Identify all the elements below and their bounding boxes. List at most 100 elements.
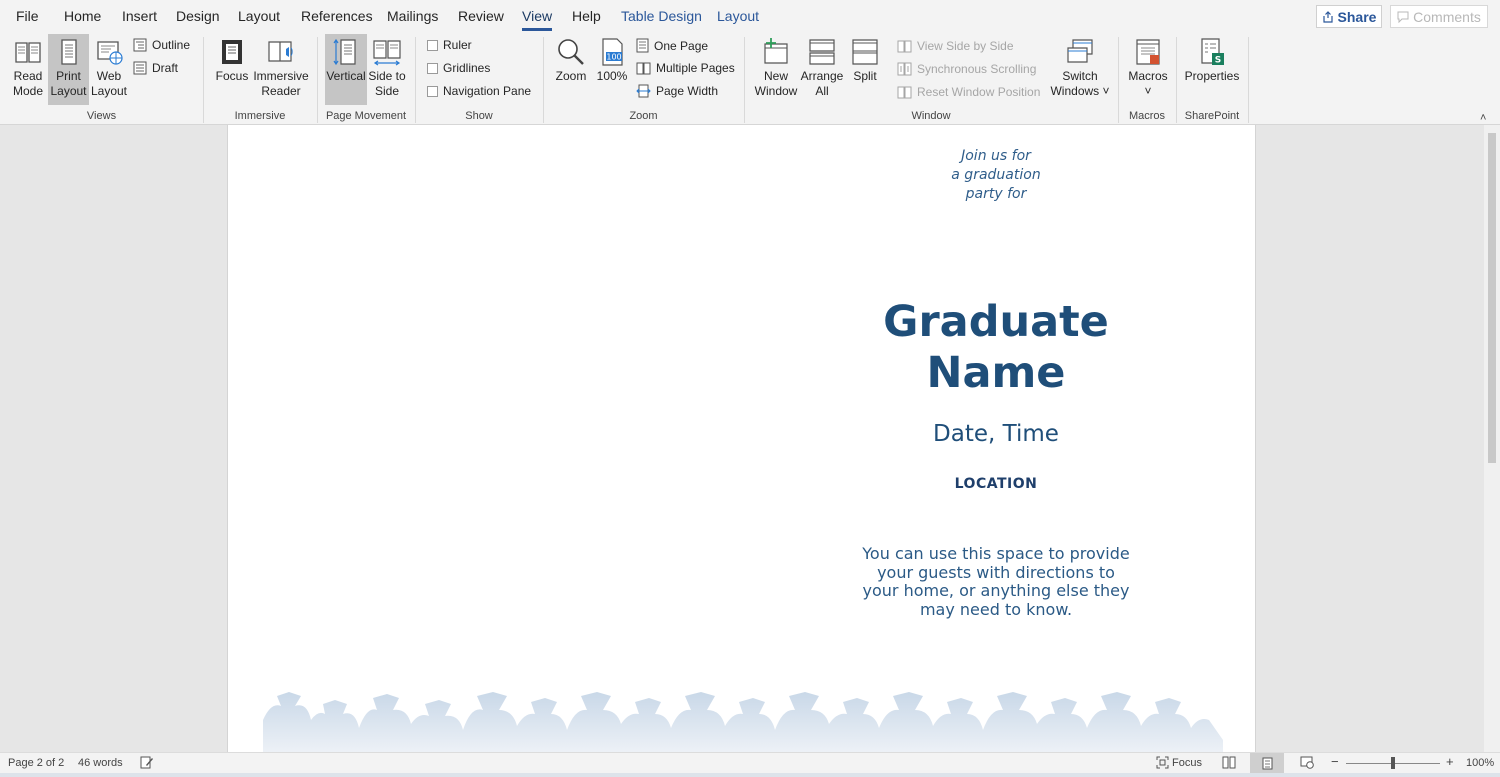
page-width-button[interactable]: Page Width	[636, 84, 718, 98]
document-page[interactable]: Join us for a graduation party for Gradu…	[227, 125, 1256, 752]
zoom-100-button[interactable]: 100 100%	[592, 37, 632, 84]
status-bar: Page 2 of 2 46 words Focus − + 100%	[0, 752, 1500, 773]
vertical-button[interactable]: Vertical	[325, 34, 367, 105]
group-label-macros: Macros	[1128, 110, 1166, 122]
comments-label: Comments	[1413, 8, 1481, 25]
focus-mode-button[interactable]: Focus	[1156, 756, 1202, 769]
location: LOCATION	[954, 476, 1038, 492]
ruler-checkbox-box[interactable]	[427, 39, 438, 51]
outline-button[interactable]: Outline	[133, 38, 190, 52]
outline-icon	[133, 38, 147, 52]
graduate-name: Graduate Name	[883, 297, 1109, 398]
navigation-pane-checkbox[interactable]: Navigation Pane	[427, 84, 531, 98]
tab-help[interactable]: Help	[572, 8, 601, 24]
group-label-sharepoint: SharePoint	[1184, 110, 1240, 122]
multiple-pages-button[interactable]: Multiple Pages	[636, 61, 735, 75]
tab-table-layout[interactable]: Layout	[717, 8, 759, 24]
split-icon	[852, 39, 878, 65]
focus-button[interactable]: Focus	[212, 37, 252, 84]
page-count[interactable]: Page 2 of 2	[8, 757, 64, 769]
collapse-ribbon-icon[interactable]: ˄	[1480, 112, 1486, 124]
proofing-icon[interactable]	[140, 756, 154, 772]
tab-references[interactable]: References	[301, 8, 373, 24]
zoom-slider-thumb[interactable]	[1391, 757, 1395, 769]
share-label: Share	[1337, 8, 1377, 25]
tab-mailings[interactable]: Mailings	[387, 8, 438, 24]
print-layout-view-icon[interactable]	[1250, 753, 1284, 773]
switch-windows-icon	[1067, 39, 1093, 63]
vertical-scrollbar-thumb[interactable]	[1488, 133, 1496, 463]
group-label-show: Show	[465, 110, 493, 122]
svg-text:S: S	[1215, 56, 1221, 66]
ruler-checkbox[interactable]: Ruler	[427, 38, 472, 52]
draft-icon	[133, 61, 147, 75]
macros-button[interactable]: Macros ˅	[1126, 37, 1170, 99]
web-layout-view-icon[interactable]	[1300, 756, 1314, 772]
switch-windows-button[interactable]: Switch Windows ˅	[1048, 37, 1112, 99]
side-by-side-icon	[897, 40, 912, 52]
split-button[interactable]: Split	[845, 37, 885, 84]
group-label-window: Window	[911, 110, 951, 122]
tab-insert[interactable]: Insert	[122, 8, 157, 24]
read-mode-icon	[15, 42, 41, 63]
comment-icon	[1397, 11, 1409, 23]
document-area: Join us for a graduation party for Gradu…	[0, 125, 1500, 752]
gridlines-checkbox[interactable]: Gridlines	[427, 61, 490, 75]
side-to-side-icon	[373, 40, 401, 66]
navigation-pane-checkbox-box[interactable]	[427, 85, 438, 97]
web-layout-button[interactable]: Web Layout	[89, 37, 129, 99]
chevron-down-icon: ˅	[1144, 84, 1152, 98]
properties-button[interactable]: S Properties	[1182, 37, 1242, 84]
zoom-level[interactable]: 100%	[1466, 757, 1494, 769]
zoom-button[interactable]: Zoom	[551, 37, 591, 84]
tab-file[interactable]: File	[16, 8, 39, 24]
svg-text:100: 100	[606, 53, 621, 62]
zoom-out-button[interactable]: −	[1331, 754, 1339, 769]
group-label-zoom: Zoom	[629, 110, 658, 122]
page-width-icon	[636, 84, 651, 98]
draft-button[interactable]: Draft	[133, 61, 178, 75]
reset-window-position-button[interactable]: Reset Window Position	[897, 85, 1040, 99]
word-count[interactable]: 46 words	[78, 757, 123, 769]
view-side-by-side-button[interactable]: View Side by Side	[897, 39, 1014, 53]
read-mode-button[interactable]: Read Mode	[8, 37, 48, 99]
multiple-pages-icon	[636, 62, 651, 74]
date-time: Date, Time	[933, 421, 1059, 447]
tab-home[interactable]: Home	[64, 8, 101, 24]
focus-icon	[1156, 756, 1169, 769]
side-to-side-button[interactable]: Side to Side	[367, 37, 407, 99]
vertical-scrollbar[interactable]	[1484, 125, 1500, 752]
properties-icon: S	[1201, 38, 1224, 66]
magnifier-icon	[558, 39, 584, 65]
group-label-views: Views	[86, 110, 117, 122]
immersive-reader-button[interactable]: Immersive Reader	[252, 37, 310, 99]
one-page-button[interactable]: One Page	[636, 38, 708, 53]
print-layout-icon	[60, 39, 77, 65]
share-button[interactable]: Share	[1316, 5, 1382, 28]
group-label-immersive: Immersive	[234, 110, 286, 122]
immersive-reader-icon	[268, 41, 293, 62]
macros-icon	[1136, 39, 1160, 65]
tab-table-design[interactable]: Table Design	[621, 8, 702, 24]
tab-review[interactable]: Review	[458, 8, 504, 24]
arrange-all-icon	[809, 39, 835, 65]
reset-window-icon	[897, 86, 912, 98]
comments-button[interactable]: Comments	[1390, 5, 1488, 28]
print-layout-button[interactable]: Print Layout	[48, 34, 89, 105]
graduates-silhouette-image	[263, 692, 1223, 752]
taskbar-edge	[0, 773, 1500, 777]
group-label-page-movement: Page Movement	[325, 110, 407, 122]
new-window-button[interactable]: New Window	[752, 37, 800, 99]
tab-layout[interactable]: Layout	[238, 8, 280, 24]
read-mode-view-icon[interactable]	[1222, 756, 1236, 772]
gridlines-checkbox-box[interactable]	[427, 62, 438, 74]
chevron-down-icon: ˅	[1099, 84, 1110, 98]
tab-design[interactable]: Design	[176, 8, 220, 24]
zoom-in-button[interactable]: +	[1446, 754, 1454, 769]
ribbon: Read Mode Print Layout Web Layout Outlin…	[0, 33, 1500, 125]
synchronous-scrolling-button[interactable]: Synchronous Scrolling	[897, 62, 1036, 76]
arrange-all-button[interactable]: Arrange All	[800, 37, 844, 99]
invite-intro: Join us for a graduation party for	[951, 148, 1041, 202]
group-separator	[1248, 37, 1249, 123]
tab-view[interactable]: View	[522, 8, 553, 31]
